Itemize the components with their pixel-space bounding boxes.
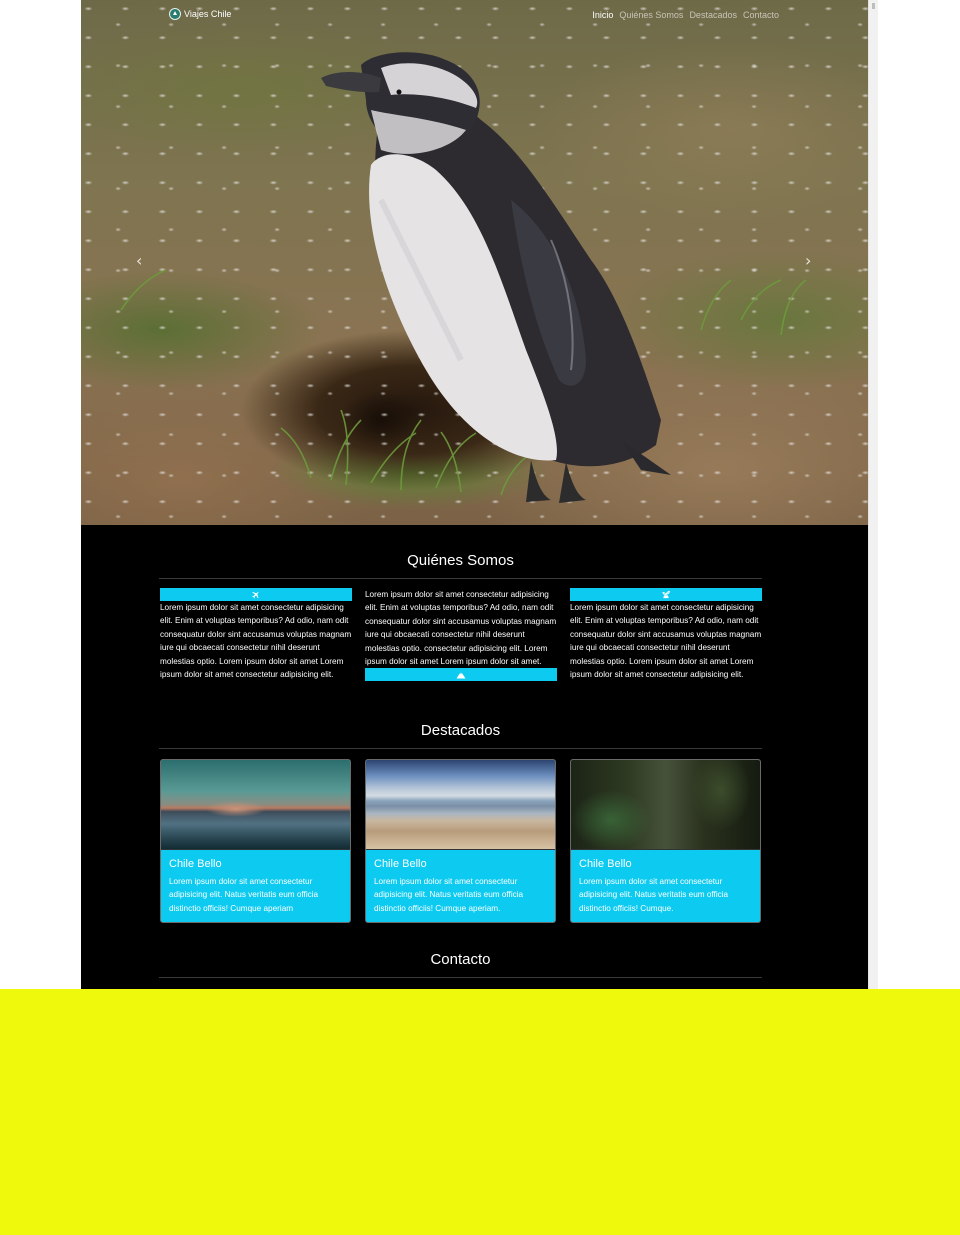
- card-text: Lorem ipsum dolor sit amet consectetur a…: [579, 877, 729, 913]
- card-image-salt-flat: [366, 760, 555, 850]
- card-title: Chile Bello: [169, 858, 222, 870]
- about-column-3: Lorem ipsum dolor sit amet consectetur a…: [570, 588, 762, 681]
- nav-link-destacados[interactable]: Destacados: [689, 10, 737, 20]
- contact-divider: [159, 977, 762, 978]
- hero-carousel: Viajes Chile Inicio Quiénes Somos Destac…: [81, 0, 868, 525]
- about-column-2: Lorem ipsum dolor sit amet consectetur a…: [365, 588, 557, 682]
- about-title: Quiénes Somos: [407, 552, 514, 569]
- mountain-icon: [456, 671, 466, 679]
- about-column-1-text: Lorem ipsum dolor sit amet consectetur a…: [160, 603, 352, 680]
- carousel-prev-icon[interactable]: ‹: [136, 253, 142, 269]
- featured-divider: [159, 748, 762, 749]
- carousel-next-icon[interactable]: ›: [805, 253, 811, 269]
- card-body: Chile Bello Lorem ipsum dolor sit amet c…: [571, 850, 760, 915]
- card-image-forest: [571, 760, 760, 850]
- penguin-photo: [120, 52, 807, 503]
- brand-logo-icon: [169, 8, 181, 20]
- card-text: Lorem ipsum dolor sit amet consectetur a…: [374, 877, 524, 913]
- about-column-1: Lorem ipsum dolor sit amet consectetur a…: [160, 588, 352, 681]
- nav-link-contacto[interactable]: Contacto: [743, 10, 779, 20]
- contact-title: Contacto: [430, 951, 491, 968]
- featured-title: Destacados: [420, 722, 501, 739]
- nav-links: Inicio Quiénes Somos Destacados Contacto: [592, 10, 779, 20]
- plant-icon: [662, 590, 670, 599]
- about-column-2-text: Lorem ipsum dolor sit amet consectetur a…: [365, 590, 557, 667]
- airplane-icon: [252, 591, 259, 599]
- card-image-lake: [161, 760, 350, 850]
- about-column-3-bar: [570, 588, 762, 601]
- featured-card-3[interactable]: Chile Bello Lorem ipsum dolor sit amet c…: [570, 759, 761, 923]
- scrollbar[interactable]: [868, 0, 878, 989]
- about-column-1-bar: [160, 588, 352, 601]
- card-title: Chile Bello: [579, 858, 632, 870]
- brand-link[interactable]: Viajes Chile: [169, 8, 231, 20]
- about-column-3-text: Lorem ipsum dolor sit amet consectetur a…: [570, 603, 762, 680]
- nav-link-inicio[interactable]: Inicio: [592, 10, 613, 20]
- yellow-overlay: [0, 989, 960, 1235]
- about-divider: [159, 578, 762, 579]
- card-body: Chile Bello Lorem ipsum dolor sit amet c…: [366, 850, 555, 915]
- page: Viajes Chile Inicio Quiénes Somos Destac…: [81, 0, 868, 989]
- nav-link-quienes-somos[interactable]: Quiénes Somos: [619, 10, 683, 20]
- navbar: Viajes Chile Inicio Quiénes Somos Destac…: [81, 0, 868, 32]
- about-column-2-bar: [365, 668, 557, 682]
- brand-name: Viajes Chile: [184, 9, 232, 19]
- card-body: Chile Bello Lorem ipsum dolor sit amet c…: [161, 850, 350, 915]
- featured-card-2[interactable]: Chile Bello Lorem ipsum dolor sit amet c…: [365, 759, 556, 923]
- featured-card-1[interactable]: Chile Bello Lorem ipsum dolor sit amet c…: [160, 759, 351, 923]
- card-text: Lorem ipsum dolor sit amet consectetur a…: [169, 877, 319, 913]
- card-title: Chile Bello: [374, 858, 427, 870]
- scrollbar-thumb[interactable]: [872, 3, 875, 9]
